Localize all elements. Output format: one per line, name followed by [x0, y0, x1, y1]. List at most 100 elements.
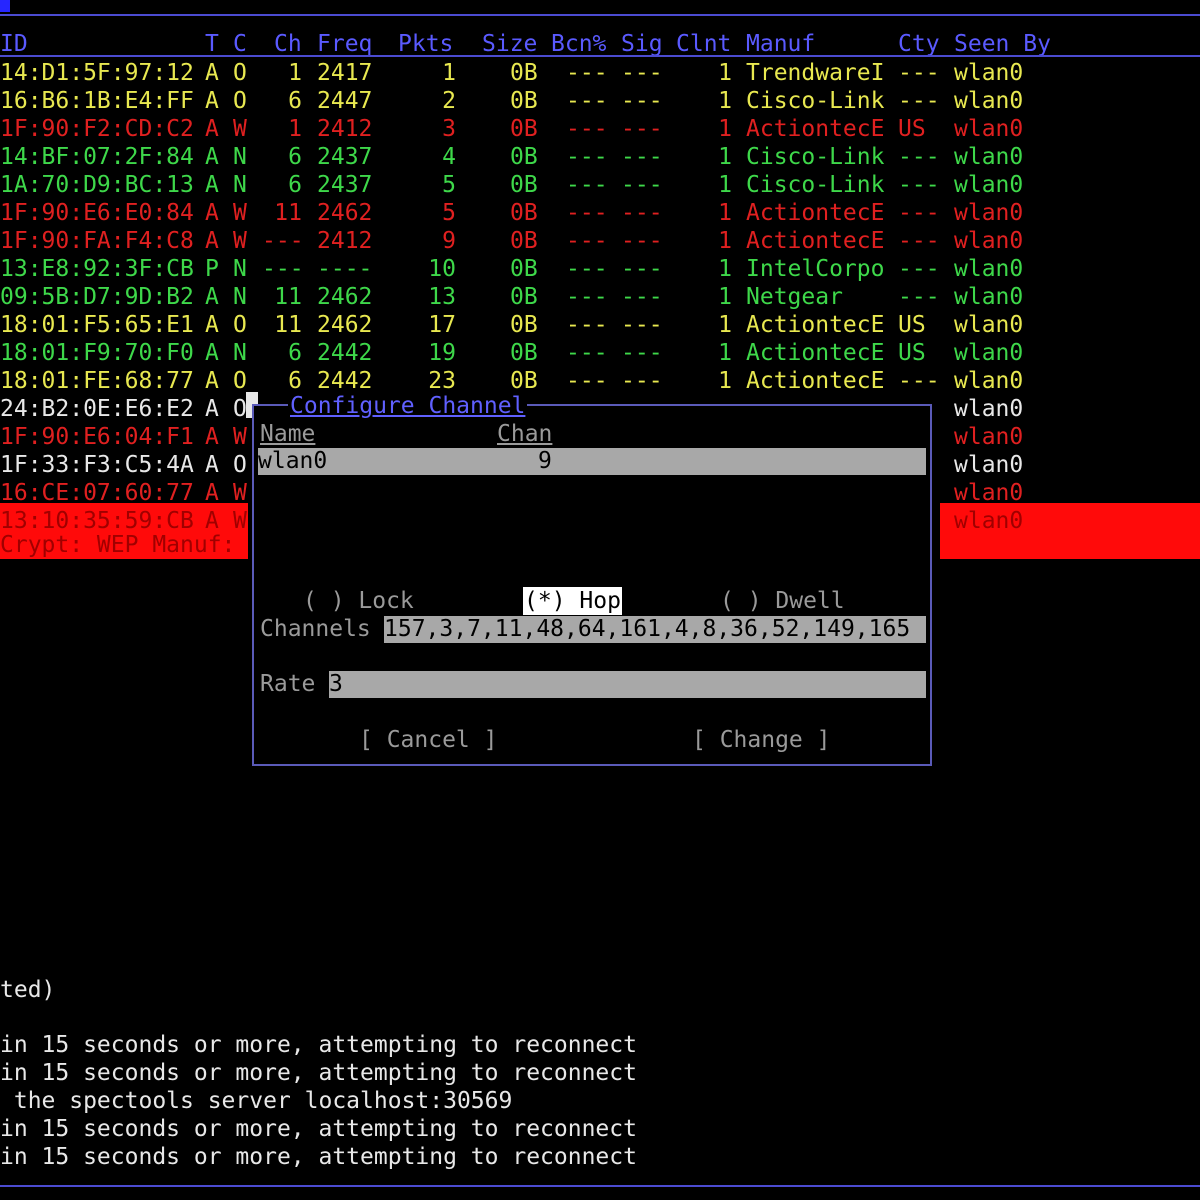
col-header-channel[interactable]: Ch — [274, 30, 302, 58]
cell-c: W — [233, 424, 247, 450]
cell-t: A — [205, 480, 219, 506]
cell-sig: --- — [621, 312, 663, 338]
table-row[interactable]: 1A:70:D9:BC:13 A N 6 2437 5 0B --- --- 1 Cisco-Lin… — [0, 171, 1200, 199]
table-row[interactable]: 1F:90:F2:CD:C2 A W 1 2412 3 0B --- --- 1 Actiontec… — [0, 115, 1200, 143]
radio-lock[interactable]: ( ) Lock — [303, 587, 414, 615]
cell-seen: wlan0 — [954, 396, 1024, 422]
cell-clnt: 1 — [718, 144, 732, 170]
rate-input[interactable]: 3 — [329, 671, 926, 698]
table-row[interactable]: 1F:90:FA:F4:C8 A W --- 2412 9 0B --- --- 1 Actiont… — [0, 227, 1200, 255]
cell-ch: 11 — [274, 200, 302, 226]
cell-sig: --- — [621, 200, 663, 226]
channels-input[interactable]: 157,3,7,11,48,64,161,4,8,36,52,149,165 — [384, 616, 926, 643]
cell-clnt: 1 — [718, 284, 732, 310]
cell-c: O — [233, 88, 247, 114]
cell-seen: wlan0 — [954, 144, 1024, 170]
cell-manuf: ActiontecE — [746, 200, 885, 226]
cell-ch: 6 — [288, 88, 302, 114]
cell-manuf: Cisco-Link — [746, 144, 885, 170]
cell-bssid: 1F:90:E6:04:F1 — [0, 424, 194, 450]
cell-sig: --- — [621, 256, 663, 282]
log-line: in 15 seconds or more, attempting to rec… — [0, 1144, 637, 1170]
cell-ch: 1 — [288, 116, 302, 142]
col-header-clients[interactable]: Clnt — [676, 30, 731, 58]
cell-manuf: Cisco-Link — [746, 172, 885, 198]
cell-bcn: --- — [566, 228, 608, 254]
table-row[interactable]: 14:D1:5F:97:12 A O 1 2417 1 0B --- --- 1 Trendware… — [0, 59, 1200, 87]
cell-clnt: 1 — [718, 88, 732, 114]
cell-bssid: 13:E8:92:3F:CB — [0, 256, 194, 282]
col-header-manuf[interactable]: Manuf — [746, 30, 815, 58]
cell-pkts: 19 — [428, 340, 456, 366]
cell-t: A — [205, 144, 219, 170]
source-row-wlan0[interactable]: wlan0 9 — [258, 448, 926, 475]
cell-manuf: TrendwareI — [746, 60, 885, 86]
cell-t: A — [205, 340, 219, 366]
cell-bssid: 14:D1:5F:97:12 — [0, 60, 194, 86]
table-row[interactable]: 14:BF:07:2F:84 A N 6 2437 4 0B --- --- 1 Cisco-Lin… — [0, 143, 1200, 171]
col-header-size[interactable]: Size — [482, 30, 537, 58]
change-button[interactable]: [ Change ] — [692, 726, 830, 754]
cell-t: A — [205, 228, 219, 254]
cell-cty: --- — [898, 172, 940, 198]
bottom-border — [0, 1185, 1200, 1187]
cell-t: A — [205, 396, 219, 422]
cell-clnt: 1 — [718, 340, 732, 366]
table-row[interactable]: 18:01:FE:68:77 A O 6 2442 23 0B --- --- 1 Actionte… — [0, 367, 1200, 395]
cell-t: A — [205, 424, 219, 450]
col-header-crypt[interactable]: C — [233, 30, 247, 58]
cell-seen: wlan0 — [954, 200, 1024, 226]
cell-manuf: Cisco-Link — [746, 88, 885, 114]
cell-bssid: 1F:90:F2:CD:C2 — [0, 116, 194, 142]
cell-t: A — [205, 60, 219, 86]
radio-hop[interactable]: (*) Hop — [523, 587, 622, 615]
cell-size: 0B — [510, 368, 538, 394]
cancel-button[interactable]: [ Cancel ] — [359, 726, 497, 754]
cell-c: O — [233, 396, 247, 422]
cell-sig: --- — [621, 368, 663, 394]
table-row[interactable]: 18:01:F5:65:E1 A O 11 2462 17 0B --- --- 1 Actiont… — [0, 311, 1200, 339]
cell-pkts: 9 — [442, 228, 456, 254]
cell-size: 0B — [510, 284, 538, 310]
table-row[interactable]: 09:5B:D7:9D:B2 A N 11 2462 13 0B --- --- 1 Netgear… — [0, 283, 1200, 311]
col-header-beacon[interactable]: Bcn% — [551, 30, 606, 58]
cell-freq: 2412 — [317, 228, 373, 254]
cell-t: A — [205, 284, 219, 310]
table-row[interactable]: 1F:90:E6:E0:84 A W 11 2462 5 0B --- --- 1 Actionte… — [0, 199, 1200, 227]
cell-manuf: ActiontecE — [746, 368, 885, 394]
cell-c: N — [233, 256, 247, 282]
cell-t: A — [205, 200, 219, 226]
log-line: in 15 seconds or more, attempting to rec… — [0, 1116, 637, 1142]
cell-clnt: 1 — [718, 312, 732, 338]
cell-seen: wlan0 — [954, 228, 1024, 254]
col-header-signal[interactable]: Sig — [621, 30, 663, 58]
col-header-freq[interactable]: Freq — [317, 30, 372, 58]
cell-c: O — [233, 60, 247, 86]
col-header-pkts[interactable]: Pkts — [398, 30, 453, 58]
cell-sig: --- — [621, 340, 663, 366]
cell-size: 0B — [510, 116, 538, 142]
log-line: in 15 seconds or more, attempting to rec… — [0, 1060, 637, 1086]
cell-pkts: 23 — [428, 368, 456, 394]
radio-dwell[interactable]: ( ) Dwell — [720, 587, 845, 615]
cell-pkts: 1 — [442, 60, 456, 86]
cell-seen: wlan0 — [954, 172, 1024, 198]
cell-cty: --- — [898, 228, 940, 254]
cell-freq: 2437 — [317, 172, 373, 198]
col-header-seen-by[interactable]: Seen By — [954, 30, 1051, 58]
col-header-country[interactable]: Cty — [898, 30, 940, 58]
table-row[interactable]: 13:E8:92:3F:CB P N --- ---- 10 0B --- --- 1 IntelC… — [0, 255, 1200, 283]
col-header-type[interactable]: T — [205, 30, 219, 58]
cell-t: A — [205, 312, 219, 338]
table-row[interactable]: 18:01:F9:70:F0 A N 6 2442 19 0B --- --- 1 Actionte… — [0, 339, 1200, 367]
cell-ch: 1 — [288, 60, 302, 86]
cell-t: A — [205, 368, 219, 394]
table-row[interactable]: 16:B6:1B:E4:FF A O 6 2447 2 0B --- --- 1 Cisco-Lin… — [0, 87, 1200, 115]
header-divider — [0, 55, 1200, 57]
cell-bssid: 1F:90:FA:F4:C8 — [0, 228, 194, 254]
cell-bcn: --- — [566, 172, 608, 198]
cell-seen: wlan0 — [954, 424, 1024, 450]
col-header-bssid[interactable]: ID — [0, 30, 28, 58]
cell-bcn: --- — [566, 256, 608, 282]
cell-ch: 11 — [274, 312, 302, 338]
